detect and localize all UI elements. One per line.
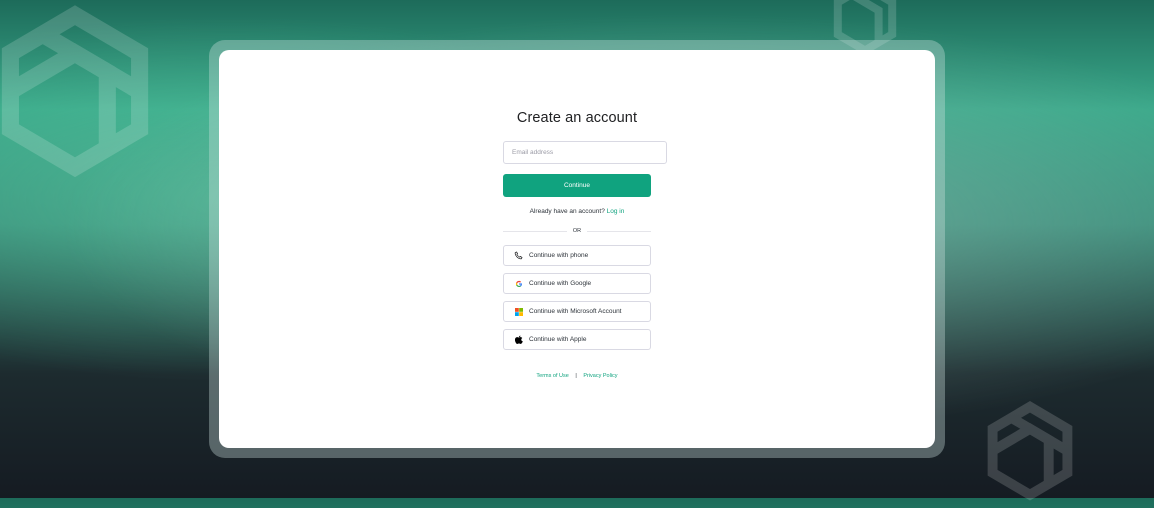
divider-line bbox=[503, 230, 567, 232]
continue-with-google-button[interactable]: Continue with Google bbox=[503, 273, 651, 294]
login-prompt: Already have an account? Log in bbox=[219, 208, 935, 215]
continue-with-apple-label: Continue with Apple bbox=[529, 336, 587, 343]
continue-with-microsoft-button[interactable]: Continue with Microsoft Account bbox=[503, 301, 651, 322]
signup-card: Create an account Continue Already have … bbox=[219, 50, 935, 448]
apple-icon bbox=[514, 335, 523, 344]
login-link[interactable]: Log in bbox=[607, 208, 625, 215]
terms-of-use-link[interactable]: Terms of Use bbox=[536, 373, 568, 379]
phone-icon bbox=[514, 251, 523, 260]
continue-with-microsoft-label: Continue with Microsoft Account bbox=[529, 308, 622, 315]
footer-separator: | bbox=[575, 373, 577, 379]
background-logo-icon bbox=[0, 0, 170, 200]
or-label: OR bbox=[572, 228, 582, 234]
continue-with-phone-button[interactable]: Continue with phone bbox=[503, 245, 651, 266]
continue-button[interactable]: Continue bbox=[503, 174, 651, 197]
microsoft-icon bbox=[514, 307, 523, 316]
continue-with-phone-label: Continue with phone bbox=[529, 252, 589, 259]
continue-with-apple-button[interactable]: Continue with Apple bbox=[503, 329, 651, 350]
already-have-account-text: Already have an account? bbox=[529, 208, 605, 215]
or-divider: OR bbox=[503, 226, 651, 236]
page-title: Create an account bbox=[516, 110, 638, 126]
continue-with-google-label: Continue with Google bbox=[529, 280, 592, 287]
privacy-policy-link[interactable]: Privacy Policy bbox=[583, 373, 617, 379]
email-field[interactable] bbox=[503, 141, 667, 164]
divider-line bbox=[587, 230, 651, 232]
background-logo-icon bbox=[965, 398, 1095, 508]
footer-links: Terms of Use | Privacy Policy bbox=[219, 373, 935, 379]
google-icon bbox=[514, 279, 523, 288]
